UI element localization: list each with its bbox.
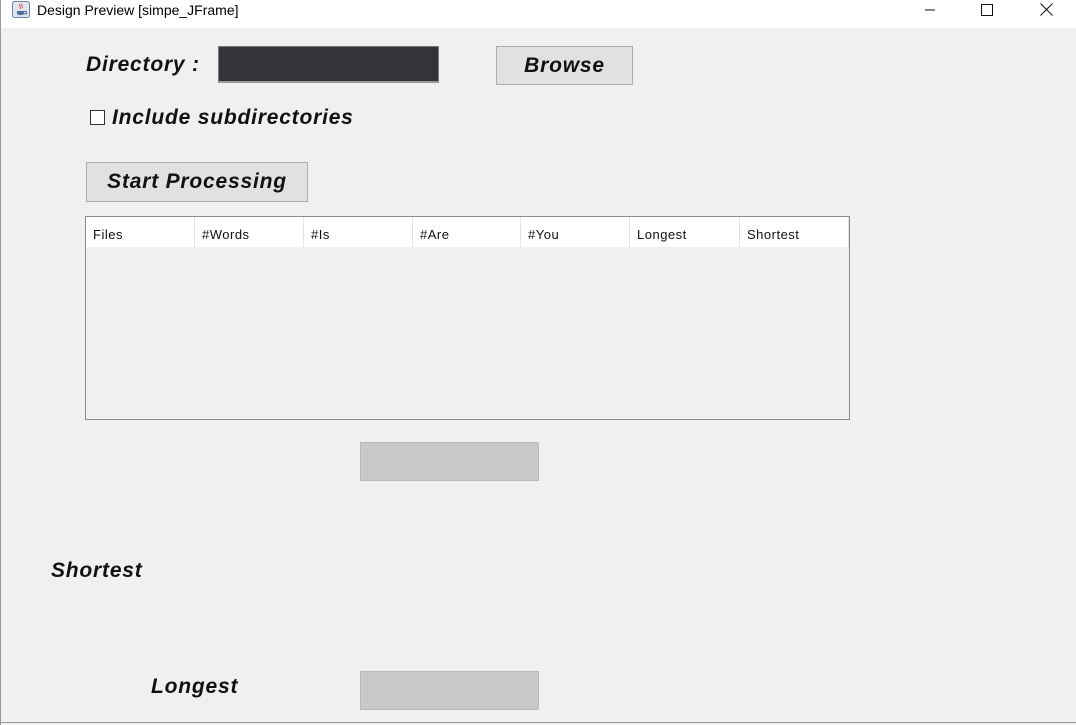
directory-label: Directory :	[86, 53, 200, 76]
close-icon	[1039, 1, 1053, 20]
shortest-label: Shortest	[51, 559, 143, 582]
column-header-files[interactable]: Files	[86, 217, 195, 247]
browse-button[interactable]: Browse	[496, 46, 633, 85]
maximize-button[interactable]	[964, 0, 1010, 20]
start-processing-button[interactable]: Start Processing	[86, 162, 308, 202]
result-field	[360, 442, 539, 481]
window-title: Design Preview [simpe_JFrame]	[37, 2, 239, 18]
column-header-you[interactable]: #You	[521, 217, 630, 247]
longest-label: Longest	[151, 675, 239, 698]
longest-result-field	[360, 671, 539, 710]
directory-input[interactable]	[218, 46, 439, 83]
window-bottom-border	[1, 722, 1076, 723]
minimize-button[interactable]	[907, 0, 953, 20]
app-window: Design Preview [simpe_JFrame] Directory …	[0, 0, 1076, 725]
table-header: Files #Words #Is #Are #You Longest Short…	[86, 217, 849, 247]
minimize-icon	[924, 1, 936, 20]
column-header-is[interactable]: #Is	[304, 217, 413, 247]
results-table[interactable]: Files #Words #Is #Are #You Longest Short…	[85, 216, 850, 420]
include-subdirectories-checkbox[interactable]	[90, 110, 105, 125]
java-app-icon	[12, 1, 30, 18]
close-button[interactable]	[1023, 0, 1069, 20]
include-subdirectories-label[interactable]: Include subdirectories	[112, 106, 354, 130]
column-header-are[interactable]: #Are	[413, 217, 521, 247]
column-header-shortest[interactable]: Shortest	[740, 217, 849, 247]
column-header-words[interactable]: #Words	[195, 217, 304, 247]
maximize-icon	[981, 1, 993, 20]
column-header-longest[interactable]: Longest	[630, 217, 740, 247]
title-bar: Design Preview [simpe_JFrame]	[1, 0, 1076, 28]
